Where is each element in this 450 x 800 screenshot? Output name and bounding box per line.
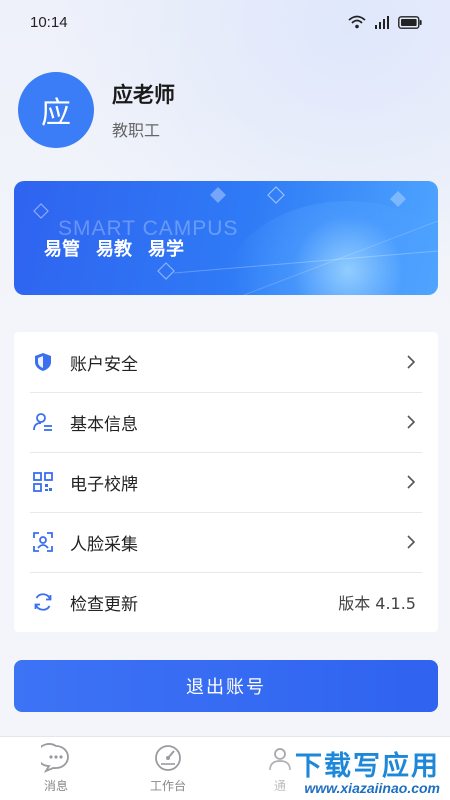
face-scan-icon [32, 531, 54, 553]
dashboard-icon [155, 745, 181, 771]
smart-campus-banner[interactable]: SMART CAMPUS 易管 易教 易学 [14, 181, 438, 295]
banner-slogans: 易管 易教 易学 [44, 235, 184, 261]
shield-icon [32, 351, 54, 373]
tab-messages[interactable]: 消息 [21, 743, 91, 794]
menu-item-label: 基本信息 [70, 414, 138, 435]
settings-menu: 账户安全 基本信息 电子校牌 人脸采集 检查更新 版本 4.1.5 [14, 332, 438, 632]
signal-icon [375, 16, 389, 29]
chevron-right-icon [407, 355, 416, 369]
menu-item-label: 账户安全 [70, 354, 138, 375]
menu-item-account-security[interactable]: 账户安全 [14, 332, 438, 392]
site-watermark: 下载写应用 www.xiazaiinao.com [260, 740, 450, 800]
menu-item-e-badge[interactable]: 电子校牌 [14, 452, 438, 512]
menu-item-check-update[interactable]: 检查更新 版本 4.1.5 [14, 572, 438, 632]
status-icons [348, 15, 422, 29]
menu-item-label: 电子校牌 [70, 474, 138, 495]
menu-item-basic-info[interactable]: 基本信息 [14, 392, 438, 452]
tab-workbench[interactable]: 工作台 [133, 743, 203, 794]
message-icon [41, 743, 69, 773]
qr-code-icon [32, 471, 54, 493]
avatar[interactable]: 应 [18, 72, 94, 148]
tab-label: 消息 [43, 779, 68, 793]
watermark-logo-text: 下载写应用 [295, 751, 440, 782]
menu-item-face-capture[interactable]: 人脸采集 [14, 512, 438, 572]
status-time: 10:14 [30, 13, 68, 31]
battery-icon [398, 15, 422, 29]
chevron-right-icon [407, 475, 416, 489]
menu-item-label: 人脸采集 [70, 534, 138, 555]
logout-button[interactable]: 退出账号 [14, 660, 438, 712]
profile-header[interactable]: 应 应老师 教职工 [18, 72, 175, 148]
refresh-icon [32, 591, 54, 613]
banner-slogan: 易教 [96, 239, 132, 260]
person-info-icon [32, 411, 54, 433]
banner-slogan: 易管 [44, 239, 80, 260]
status-bar: 10:14 [0, 0, 450, 44]
wifi-icon [348, 15, 366, 29]
profile-role: 教职工 [112, 121, 161, 140]
chevron-right-icon [407, 415, 416, 429]
version-text: 版本 4.1.5 [338, 594, 416, 613]
profile-name: 应老师 [112, 83, 175, 107]
banner-slogan: 易学 [148, 239, 184, 260]
chevron-right-icon [407, 535, 416, 549]
tab-label: 工作台 [149, 779, 186, 793]
menu-item-label: 检查更新 [70, 594, 138, 615]
watermark-url: www.xiazaiinao.com [304, 780, 440, 796]
